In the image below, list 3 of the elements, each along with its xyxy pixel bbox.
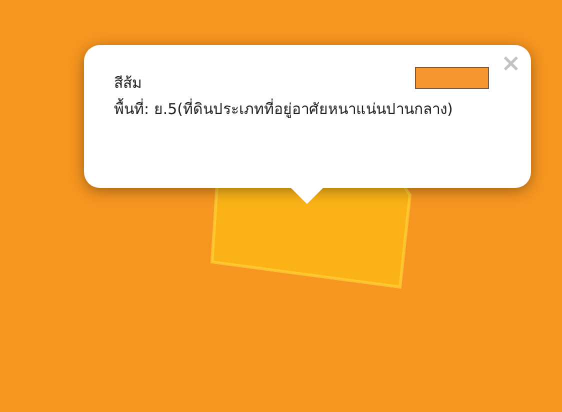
close-button[interactable]: ×: [498, 51, 523, 75]
zone-description: พื้นที่: ย.5(ที่ดินประเภทที่อยู่อาศัยหนาแน่นปานกลาง): [114, 97, 454, 120]
popup-title: สีส้ม: [114, 73, 142, 94]
